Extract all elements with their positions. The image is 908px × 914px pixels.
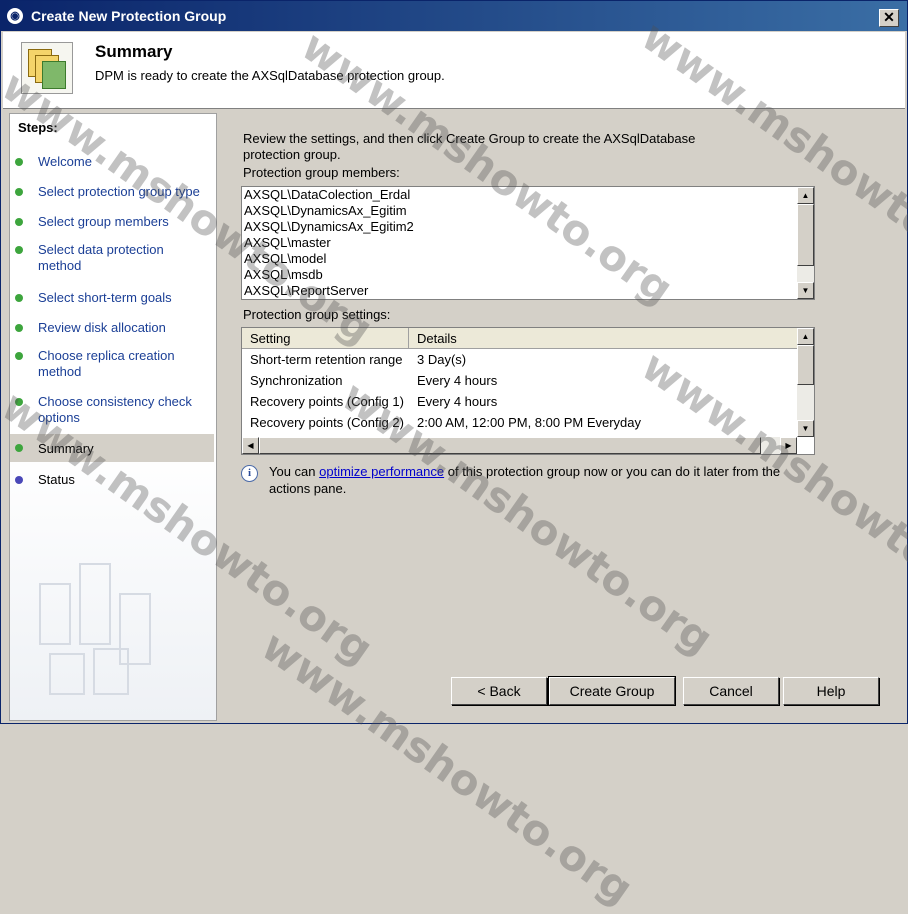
table-row[interactable]: Recovery points (Config 2) 2:00 AM, 12:0… <box>242 413 797 434</box>
step-current-icon <box>15 444 23 452</box>
settings-vertical-scrollbar[interactable]: ▲ ▼ <box>797 328 814 437</box>
info-text: You can optimize performance of this pro… <box>269 463 809 497</box>
setting-detail: Every 4 hours <box>417 373 498 388</box>
wizard-window: ◉ Create New Protection Group ✕ Summary … <box>0 0 908 914</box>
scroll-thumb[interactable] <box>259 437 761 454</box>
setting-name: Short-term retention range <box>250 352 403 367</box>
back-button[interactable]: < Back <box>451 677 547 705</box>
step-label: Review disk allocation <box>38 320 166 335</box>
step-label: Choose replica creation method <box>38 348 175 379</box>
scroll-up-icon[interactable]: ▲ <box>797 328 814 345</box>
step-complete-icon <box>15 158 23 166</box>
sheet-shape <box>42 61 66 89</box>
cancel-button[interactable]: Cancel <box>683 677 779 705</box>
list-item: AXSQL\model <box>244 251 327 266</box>
table-row[interactable]: Synchronization Every 4 hours <box>242 371 797 392</box>
list-item: AXSQL\DynamicsAx_Egitim2 <box>244 219 414 234</box>
create-group-button[interactable]: Create Group <box>548 676 676 706</box>
scroll-thumb[interactable] <box>797 345 814 385</box>
step-complete-icon <box>15 352 23 360</box>
scroll-right-icon[interactable]: ▶ <box>780 437 797 454</box>
table-row[interactable]: Recovery points (Config 1) Every 4 hours <box>242 392 797 413</box>
step-status[interactable]: Status <box>10 472 214 492</box>
step-label: Summary <box>38 441 94 456</box>
steps-panel: Steps: Welcome Select protection group t… <box>9 113 217 721</box>
step-choose-consistency-check-options[interactable]: Choose consistency check options <box>10 394 214 428</box>
step-complete-icon <box>15 188 23 196</box>
step-select-group-members[interactable]: Select group members <box>10 214 214 234</box>
summary-content: Review the settings, and then click Crea… <box>219 113 899 673</box>
setting-name: Recovery points (Config 2) <box>250 415 404 430</box>
step-label: Select group members <box>38 214 169 229</box>
servers-illustration <box>39 563 151 695</box>
column-header-details[interactable]: Details <box>417 331 457 346</box>
scroll-thumb[interactable] <box>797 204 814 266</box>
protection-group-icon <box>21 42 73 94</box>
column-header-setting[interactable]: Setting <box>250 331 290 346</box>
setting-detail: 2:00 AM, 12:00 PM, 8:00 PM Everyday <box>417 415 642 430</box>
step-label: Select protection group type <box>38 184 200 199</box>
step-label: Choose consistency check options <box>38 394 192 425</box>
table-row[interactable]: Short-term retention range 3 Day(s) <box>242 350 797 371</box>
list-item: AXSQL\msdb <box>244 267 323 282</box>
step-choose-replica-creation-method[interactable]: Choose replica creation method <box>10 348 214 382</box>
step-complete-icon <box>15 246 23 254</box>
step-complete-icon <box>15 218 23 226</box>
scroll-left-icon[interactable]: ◀ <box>242 437 259 454</box>
step-label: Status <box>38 472 75 487</box>
scroll-down-icon[interactable]: ▼ <box>797 282 814 299</box>
list-item: AXSQL\DynamicsAx_Egitim <box>244 203 407 218</box>
members-scrollbar[interactable]: ▲ ▼ <box>797 187 814 299</box>
window-title: Create New Protection Group <box>31 8 227 24</box>
step-review-disk-allocation[interactable]: Review disk allocation <box>10 320 214 340</box>
settings-horizontal-scrollbar[interactable]: ◀ ▶ <box>242 437 797 454</box>
info-icon: i <box>241 465 258 482</box>
list-item: AXSQL\DataColection_Erdal <box>244 187 411 202</box>
scroll-up-icon[interactable]: ▲ <box>797 187 814 204</box>
step-complete-icon <box>15 324 23 332</box>
step-summary[interactable]: Summary <box>10 434 214 462</box>
setting-name: Recovery points (Config 1) <box>250 394 404 409</box>
setting-detail: 3 Day(s) <box>417 352 467 367</box>
step-label: Welcome <box>38 154 92 169</box>
step-select-short-term-goals[interactable]: Select short-term goals <box>10 290 214 310</box>
step-label: Select data protection method <box>38 242 164 273</box>
members-list[interactable]: AXSQL\DataColection_Erdal AXSQL\Dynamics… <box>241 186 815 300</box>
setting-name: Synchronization <box>250 373 343 388</box>
table-header: Setting Details <box>242 328 797 349</box>
setting-detail: Every 4 hours <box>417 394 498 409</box>
page-subtitle: DPM is ready to create the AXSqlDatabase… <box>95 68 445 83</box>
list-item: AXSQL\master <box>244 235 331 250</box>
scroll-down-icon[interactable]: ▼ <box>797 420 814 437</box>
step-complete-icon <box>15 294 23 302</box>
dpm-app-icon: ◉ <box>7 8 23 24</box>
wizard-header: Summary DPM is ready to create the AXSql… <box>3 32 905 109</box>
settings-label: Protection group settings: <box>243 307 391 322</box>
info-prefix: You can <box>269 464 320 479</box>
step-select-data-protection-method[interactable]: Select data protection method <box>10 242 214 276</box>
intro-text: Review the settings, and then click Crea… <box>243 131 696 162</box>
close-button[interactable]: ✕ <box>879 9 899 27</box>
list-item: AXSQL\ReportServer <box>244 283 369 298</box>
step-welcome[interactable]: Welcome <box>10 154 214 174</box>
step-select-protection-group-type[interactable]: Select protection group type <box>10 184 214 204</box>
steps-title: Steps: <box>18 120 58 135</box>
title-bar: ◉ Create New Protection Group ✕ <box>1 1 907 31</box>
help-button[interactable]: Help <box>783 677 879 705</box>
step-label: Select short-term goals <box>38 290 172 305</box>
step-pending-icon <box>15 476 23 484</box>
members-label: Protection group members: <box>243 165 400 180</box>
optimize-performance-link[interactable]: optimize performance <box>319 464 444 479</box>
column-divider[interactable] <box>408 328 409 348</box>
step-complete-icon <box>15 398 23 406</box>
settings-table[interactable]: Setting Details Short-term retention ran… <box>241 327 815 455</box>
page-title: Summary <box>95 42 173 61</box>
